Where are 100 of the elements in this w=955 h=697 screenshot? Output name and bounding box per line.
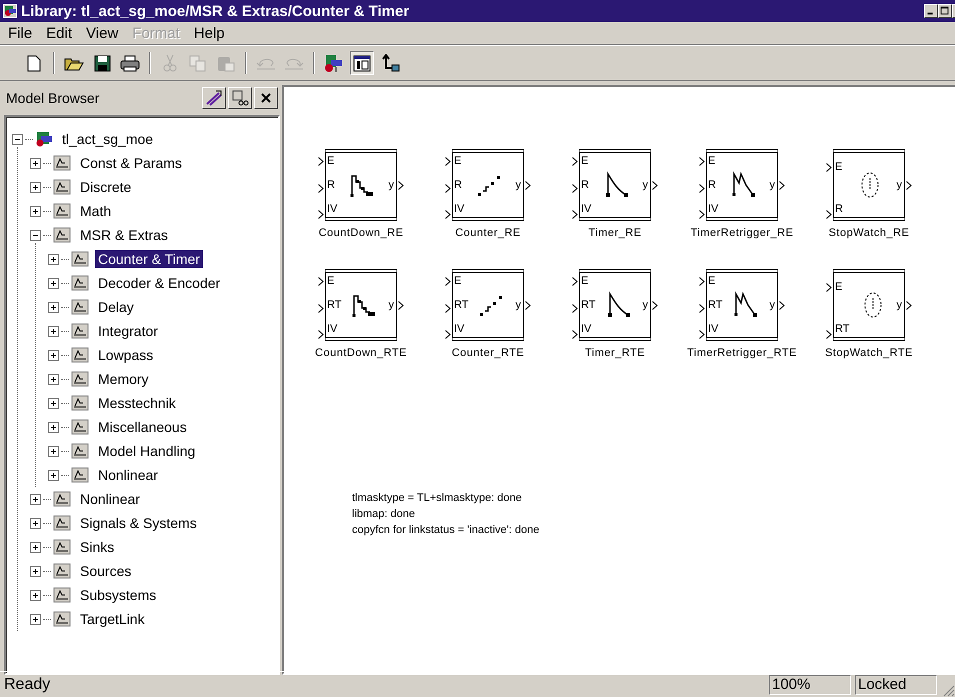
block-name: TimerRetrigger_RE xyxy=(690,227,794,239)
collapse-icon[interactable] xyxy=(30,230,41,240)
input-port-icon xyxy=(699,304,705,312)
tree-item[interactable]: Lowpass xyxy=(95,346,156,364)
menu-item[interactable]: Help xyxy=(190,24,235,42)
tree-item[interactable]: Sources xyxy=(77,562,134,580)
tree-item[interactable]: Math xyxy=(77,202,114,220)
tree-item[interactable]: Model Handling xyxy=(95,442,198,460)
library-block[interactable]: E R IV y xyxy=(579,149,651,221)
library-block[interactable]: E RT IV y xyxy=(706,269,778,341)
port-label: IV xyxy=(581,203,592,215)
tree-item[interactable]: Discrete xyxy=(77,178,134,196)
input-port-icon xyxy=(318,304,324,312)
expand-icon[interactable] xyxy=(48,374,59,384)
tree-item[interactable]: Memory xyxy=(95,370,152,388)
library-icon xyxy=(71,371,89,387)
close-button[interactable] xyxy=(254,87,278,109)
library-block[interactable]: E R IV y xyxy=(325,149,397,221)
expand-icon[interactable] xyxy=(48,302,59,312)
browse-button[interactable] xyxy=(228,87,252,109)
port-label: IV xyxy=(708,323,718,335)
tree-item[interactable]: Integrator xyxy=(95,322,161,340)
input-port-icon xyxy=(445,330,451,339)
expand-icon[interactable] xyxy=(30,614,41,624)
tree-item[interactable]: Nonlinear xyxy=(95,466,161,484)
expand-icon[interactable] xyxy=(30,158,41,168)
tree-item[interactable]: Delay xyxy=(95,298,137,316)
tree-item[interactable]: Miscellaneous xyxy=(95,418,190,436)
expand-icon[interactable] xyxy=(30,542,41,552)
input-port-icon xyxy=(318,184,324,192)
output-port-icon xyxy=(652,300,658,310)
collapse-icon[interactable] xyxy=(12,134,23,144)
library-block[interactable]: E R IV y xyxy=(452,149,524,221)
input-port-icon xyxy=(699,210,705,219)
port-label: RT xyxy=(581,299,596,311)
expand-icon[interactable] xyxy=(48,254,59,264)
tree-item[interactable]: Messtechnik xyxy=(95,394,179,412)
minimize-icon[interactable] xyxy=(924,4,938,18)
paste-icon xyxy=(217,54,235,72)
toolbar-button[interactable] xyxy=(350,51,374,75)
library-icon xyxy=(53,227,71,243)
expand-icon[interactable] xyxy=(48,326,59,336)
tree-item[interactable]: TargetLink xyxy=(77,610,148,628)
menu-item[interactable]: Edit xyxy=(42,24,82,42)
expand-icon[interactable] xyxy=(48,278,59,288)
library-block[interactable]: E R y xyxy=(833,149,905,221)
expand-icon[interactable] xyxy=(48,422,59,432)
output-port-icon xyxy=(779,300,785,310)
expand-icon[interactable] xyxy=(48,398,59,408)
expand-icon[interactable] xyxy=(48,350,59,360)
library-block[interactable]: E RT IV y xyxy=(452,269,524,341)
port-label: E xyxy=(581,155,588,167)
output-port-icon xyxy=(906,300,912,310)
tree-item[interactable]: Counter & Timer xyxy=(95,250,203,268)
input-port-icon xyxy=(318,330,324,339)
expand-icon[interactable] xyxy=(30,590,41,600)
input-port-icon xyxy=(699,184,705,192)
tree-item[interactable]: Const & Params xyxy=(77,154,185,172)
expand-icon[interactable] xyxy=(30,206,41,216)
port-label: RT xyxy=(835,323,850,335)
link-button[interactable] xyxy=(202,87,226,109)
library-block[interactable]: E RT IV y xyxy=(579,269,651,341)
expand-icon[interactable] xyxy=(30,518,41,528)
tree-item[interactable]: Signals & Systems xyxy=(77,514,200,532)
port-label: RT xyxy=(454,299,468,311)
maximize-icon[interactable] xyxy=(938,4,952,18)
input-port-icon xyxy=(445,304,451,312)
output-port-icon xyxy=(525,180,531,190)
tree-item[interactable]: Nonlinear xyxy=(77,490,143,508)
tree-item[interactable]: MSR & Extras xyxy=(77,226,171,244)
block-name: Counter_RTE xyxy=(452,347,524,359)
expand-icon[interactable] xyxy=(48,470,59,480)
expand-icon[interactable] xyxy=(30,566,41,576)
tree-item[interactable]: Sinks xyxy=(77,538,118,556)
input-port-icon xyxy=(572,157,578,166)
tree-item[interactable]: Subsystems xyxy=(77,586,160,604)
port-label: y xyxy=(516,299,521,311)
input-port-icon xyxy=(572,184,578,192)
expand-icon[interactable] xyxy=(48,446,59,456)
port-label: IV xyxy=(581,323,592,335)
expand-icon[interactable] xyxy=(30,182,41,192)
library-icon xyxy=(53,155,71,171)
port-label: R xyxy=(708,179,716,191)
port-label: y xyxy=(770,299,775,311)
tree-item[interactable]: Decoder & Encoder xyxy=(95,274,224,292)
port-label: R xyxy=(327,179,335,191)
block-name: CountDown_RTE xyxy=(315,347,407,359)
input-port-icon xyxy=(826,330,832,339)
tree-item[interactable]: tl_act_sg_moe xyxy=(59,130,156,148)
menu-item[interactable]: View xyxy=(82,24,128,42)
resize-grip-icon[interactable] xyxy=(941,683,955,697)
block-name: Timer_RTE xyxy=(584,347,646,359)
library-block[interactable]: E RT IV y xyxy=(325,269,397,341)
menu-item[interactable]: File xyxy=(4,24,42,42)
library-icon xyxy=(71,419,89,435)
library-block[interactable]: E R IV y xyxy=(706,149,778,221)
port-label: E xyxy=(708,155,716,167)
expand-icon[interactable] xyxy=(30,494,41,504)
copy-icon xyxy=(189,54,207,72)
library-block[interactable]: E RT y xyxy=(833,269,905,341)
